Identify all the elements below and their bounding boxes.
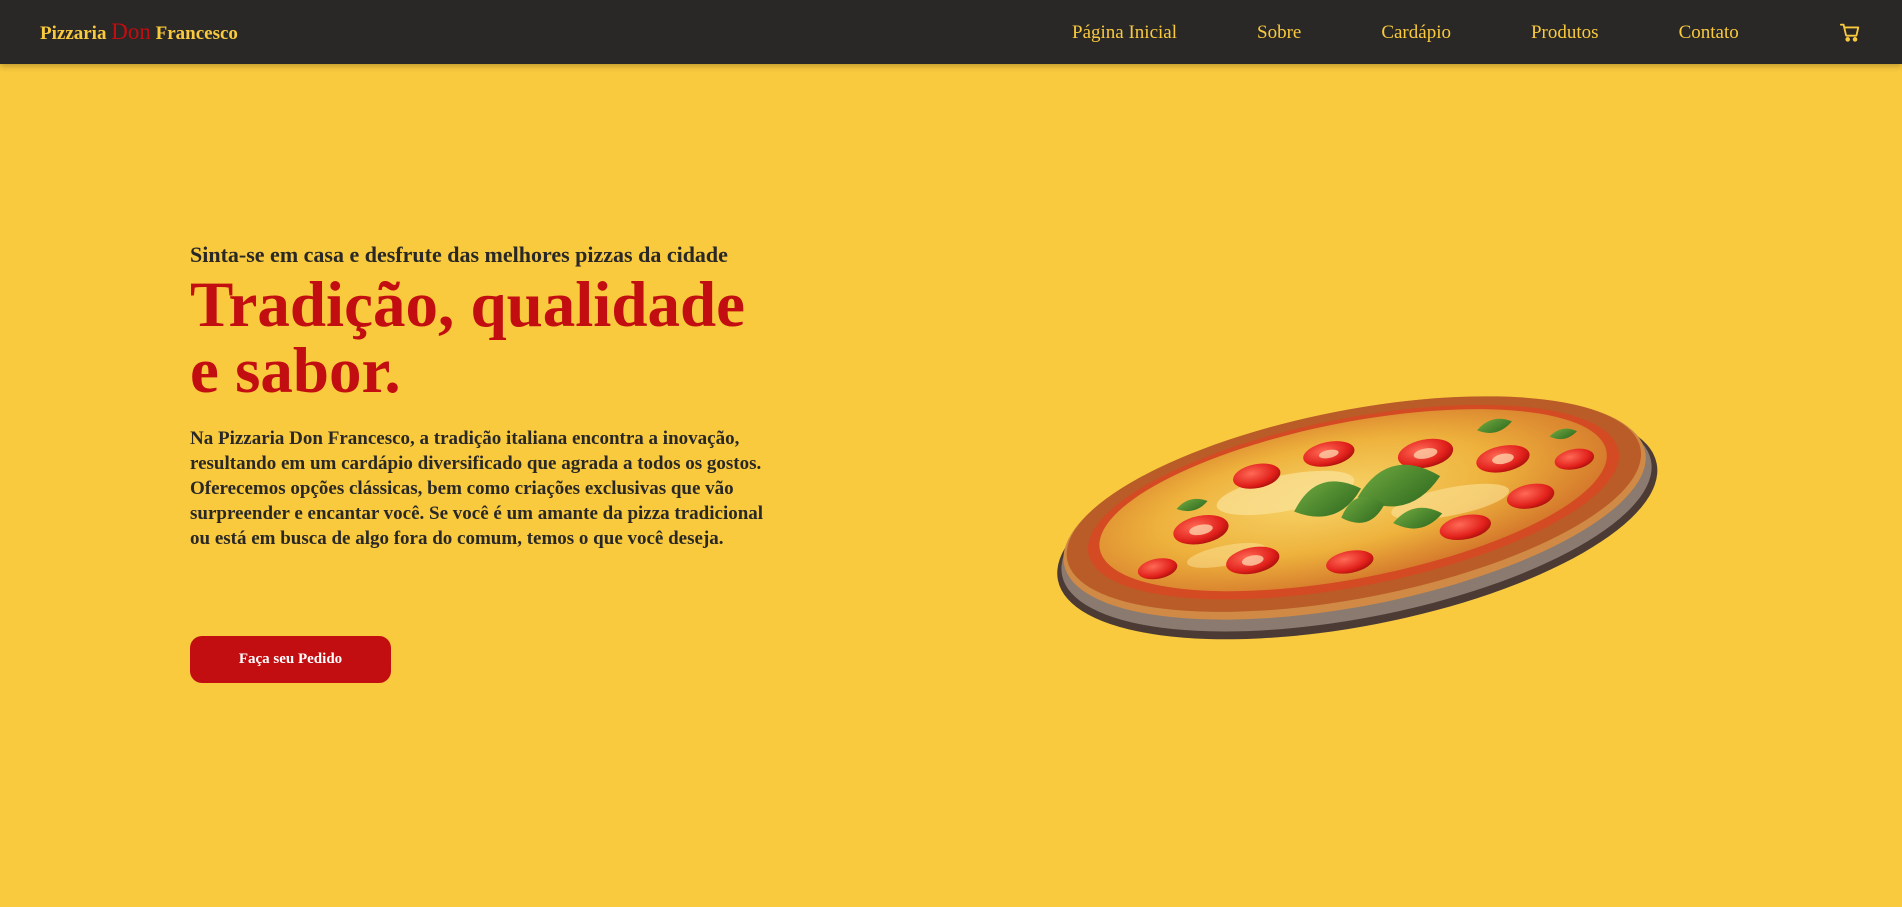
nav-link-home[interactable]: Página Inicial [1072, 21, 1177, 45]
order-button[interactable]: Faça seu Pedido [190, 636, 391, 683]
nav-link-contact[interactable]: Contato [1679, 21, 1739, 45]
nav-link-about[interactable]: Sobre [1257, 21, 1301, 45]
pizza-image [1057, 396, 1658, 640]
brand-name-part3: Francesco [155, 23, 238, 44]
brand-name-part2: Don [111, 19, 151, 44]
hero-headline: Tradição, qualidade e sabor. [190, 269, 746, 407]
nav-link-menu[interactable]: Cardápio [1381, 21, 1451, 45]
nav-link-products[interactable]: Produtos [1531, 21, 1599, 45]
shopping-cart-icon[interactable] [1839, 21, 1861, 43]
hero-text-block: Sinta-se em casa e desfrute das melhores… [190, 240, 790, 551]
brand-logo[interactable]: Pizzaria Don Francesco [40, 20, 238, 46]
main-nav: Página Inicial Sobre Cardápio Produtos C… [1072, 21, 1739, 45]
hero-tagline: Sinta-se em casa e desfrute das melhores… [190, 242, 728, 267]
navbar: Pizzaria Don Francesco Página Inicial So… [0, 0, 1902, 64]
hero-description: Na Pizzaria Don Francesco, a tradição it… [190, 428, 764, 549]
brand-name-part1: Pizzaria [40, 23, 107, 44]
